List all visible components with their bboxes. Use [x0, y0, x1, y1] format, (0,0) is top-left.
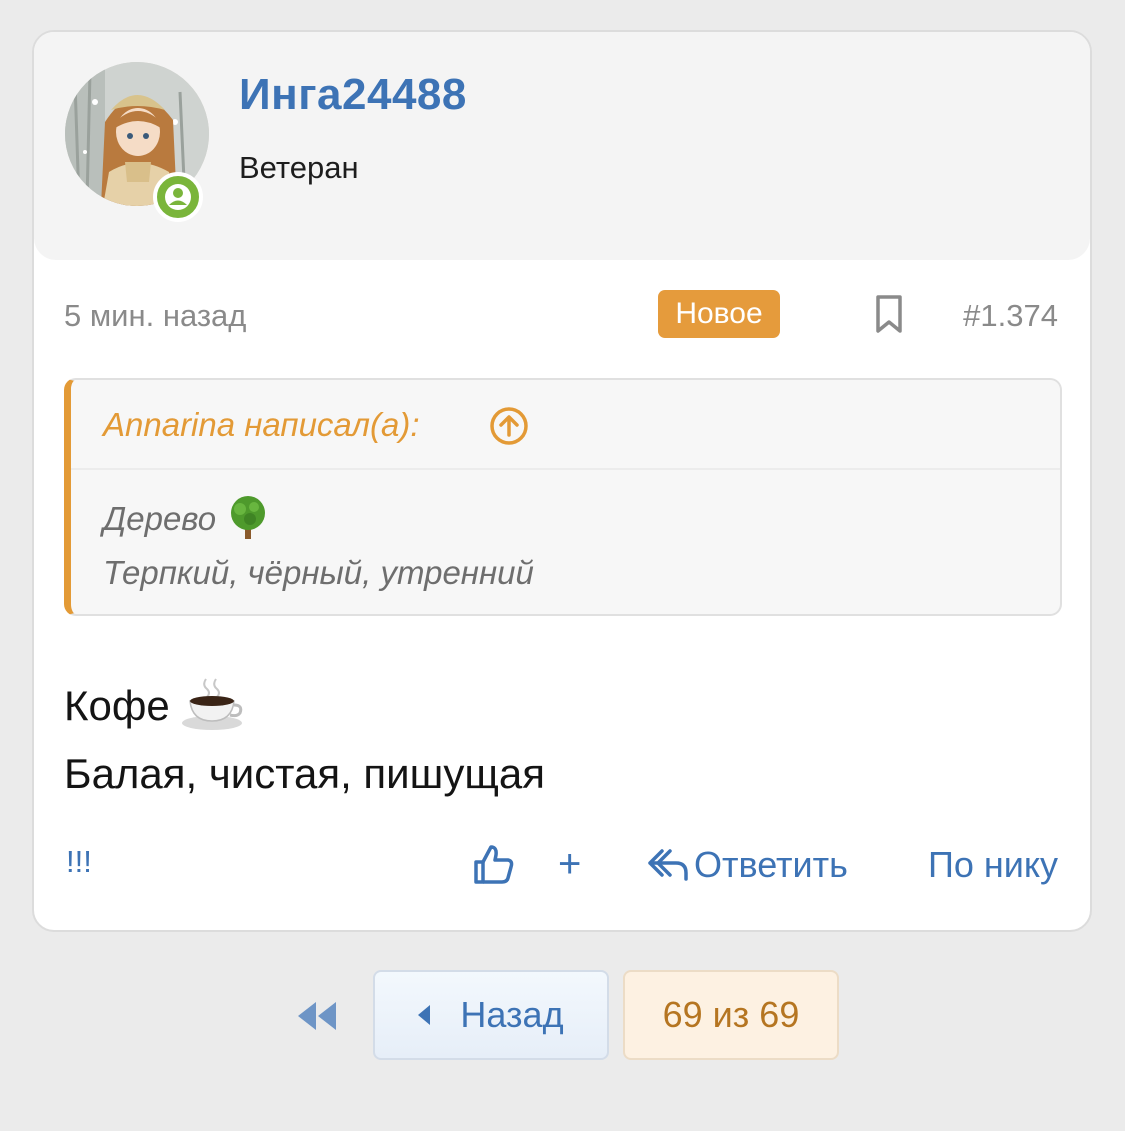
- quote-line: Терпкий, чёрный, утренний: [103, 554, 534, 591]
- caret-left-icon: [418, 1005, 431, 1025]
- message-line: Кофе: [64, 672, 545, 740]
- message-line-text: Кофе: [64, 682, 170, 729]
- user-icon: [165, 184, 191, 210]
- online-status-badge: [153, 172, 203, 222]
- post-actions: !!! + Ответить По нику: [34, 838, 1090, 898]
- thumbs-up-icon[interactable]: [472, 842, 516, 886]
- message-line: Балая, чистая, пишущая: [64, 750, 545, 797]
- add-reaction-button[interactable]: +: [558, 840, 581, 888]
- first-page-icon[interactable]: [294, 1000, 338, 1032]
- quote-header: Annarina написал(а):: [71, 380, 1060, 470]
- reply-button[interactable]: Ответить: [646, 844, 848, 886]
- arrow-up-circle-icon[interactable]: [489, 406, 529, 446]
- post-card: Инга24488 Ветеран 5 мин. назад Новое #1.…: [32, 30, 1092, 932]
- page-indicator[interactable]: 69 из 69: [623, 970, 839, 1060]
- quote-line-text: Дерево: [103, 500, 217, 537]
- coffee-emoji-icon: [181, 678, 242, 730]
- prev-page-button[interactable]: Назад: [373, 970, 609, 1060]
- quote-line: Дерево: [103, 492, 534, 546]
- tree-emoji-icon: [231, 496, 266, 540]
- post-number-link[interactable]: #1.374: [963, 298, 1058, 334]
- user-block: Инга24488 Ветеран: [34, 32, 1090, 260]
- post-time[interactable]: 5 мин. назад: [64, 298, 246, 334]
- pagination: Назад 69 из 69: [0, 970, 1125, 1062]
- username-link[interactable]: Инга24488: [239, 70, 467, 120]
- new-badge: Новое: [658, 290, 780, 338]
- reply-icon: [648, 849, 688, 881]
- by-nick-button[interactable]: По нику: [928, 844, 1058, 886]
- reply-label: Ответить: [694, 844, 848, 885]
- prev-page-label: Назад: [460, 994, 564, 1035]
- quote-block: Annarina написал(а): Дерево Терпкий, чёр…: [64, 378, 1062, 616]
- message-body: Кофе Балая, чистая, пишущая: [64, 672, 545, 808]
- report-link[interactable]: !!!: [66, 844, 92, 880]
- user-title: Ветеран: [239, 150, 359, 185]
- quote-author-link[interactable]: Annarina написал(а):: [103, 406, 420, 444]
- bookmark-icon[interactable]: [872, 294, 906, 334]
- quote-body: Дерево Терпкий, чёрный, утренний: [103, 492, 534, 600]
